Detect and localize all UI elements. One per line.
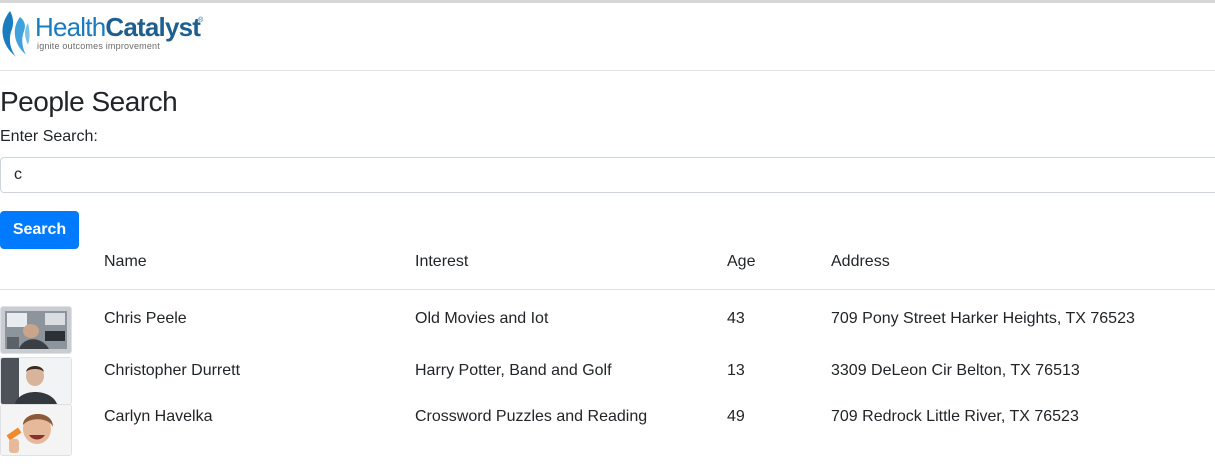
brand-logo[interactable]: HealthCatalyst ® ignite outcomes improve… [0,5,215,57]
search-label: Enter Search: [0,128,98,145]
header-divider [0,289,1215,290]
row-age: 49 [727,408,745,425]
row-age: 13 [727,362,745,379]
brand-tagline: ignite outcomes improvement [37,41,160,51]
column-header-name: Name [104,253,147,270]
brand-name-part2: Catalyst [105,12,201,42]
flame-icon [2,11,30,57]
row-address: 3309 DeLeon Cir Belton, TX 76513 [831,362,1080,379]
row-address: 709 Pony Street Harker Heights, TX 76523 [831,310,1135,327]
row-interest: Harry Potter, Band and Golf [415,362,612,379]
avatar [0,404,72,456]
column-header-age: Age [727,253,756,270]
row-name: Carlyn Havelka [104,408,213,425]
row-name: Christopher Durrett [104,362,241,379]
column-header-address: Address [831,253,890,270]
brand-trademark: ® [198,17,204,24]
row-name: Chris Peele [104,310,187,327]
row-interest: Old Movies and Iot [415,310,549,327]
navbar: HealthCatalyst ® ignite outcomes improve… [0,3,1215,71]
row-address: 709 Redrock Little River, TX 76523 [831,408,1079,425]
brand-name-part1: Health [35,12,106,42]
brand-wordmark: HealthCatalyst [35,12,201,42]
column-header-interest: Interest [415,253,469,270]
search-button[interactable]: Search [0,211,79,249]
avatar [0,306,72,354]
page-title: People Search [0,86,178,117]
row-age: 43 [727,310,745,327]
search-input[interactable] [0,157,1215,193]
row-interest: Crossword Puzzles and Reading [415,408,648,425]
avatar [0,357,72,405]
